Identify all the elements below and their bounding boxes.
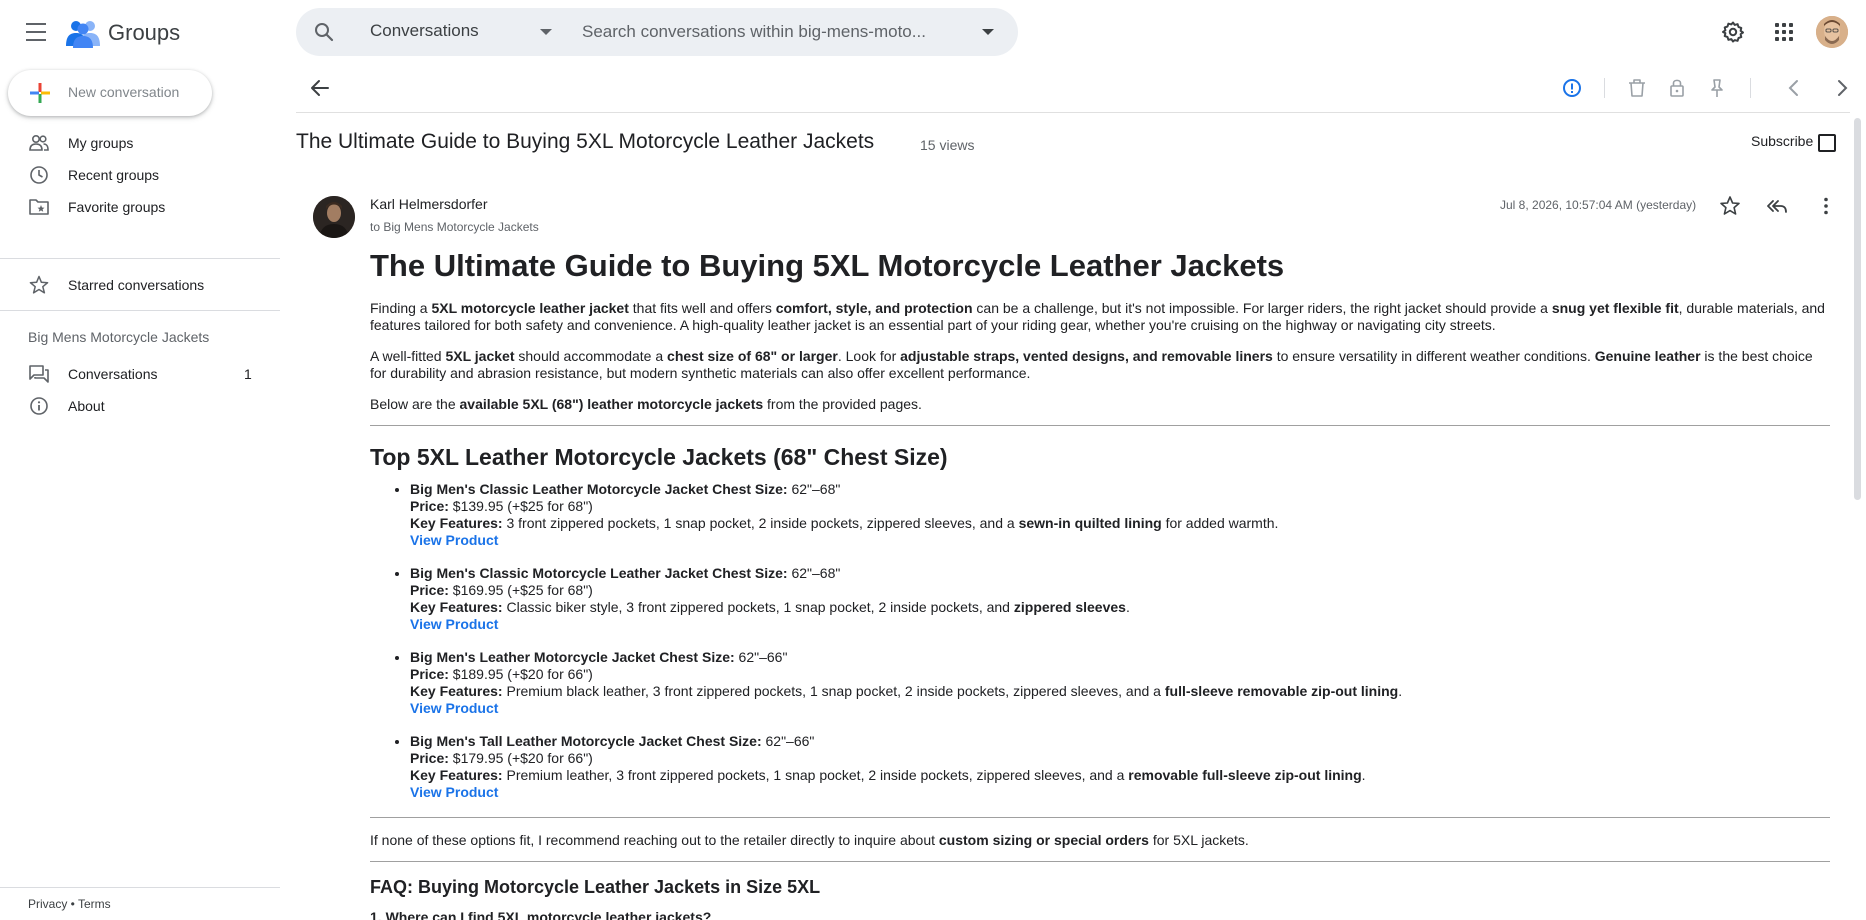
sidebar-footer-divider [0,887,280,888]
search-options-dropdown-icon[interactable] [982,29,994,35]
subscribe-checkbox[interactable] [1818,134,1836,152]
view-count: 15 views [920,137,975,153]
terms-link[interactable]: Terms [78,897,111,911]
sidebar-item-label: About [68,398,105,414]
search-input[interactable] [582,20,942,44]
view-product-link[interactable]: View Product [410,616,498,632]
product-item: Big Men's Tall Leather Motorcycle Jacket… [410,733,1830,801]
info-icon [30,397,48,415]
post-timestamp: Jul 8, 2026, 10:57:04 AM (yesterday) [1500,198,1697,212]
scrollbar-thumb[interactable] [1854,118,1861,500]
app-name: Groups [108,20,181,45]
product-name: Big Men's Classic Leather Motorcycle Jac… [410,481,788,497]
section-divider [370,425,1830,426]
product-price: $169.95 (+$25 for 68") [448,582,593,598]
message-heading: The Ultimate Guide to Buying 5XL Motorcy… [370,248,1285,283]
folder-star-icon [29,199,49,215]
view-product-link[interactable]: View Product [410,784,498,800]
product-name: Big Men's Leather Motorcycle Jacket Ches… [410,649,735,665]
previous-chevron-icon[interactable] [1782,76,1806,100]
author-name[interactable]: Karl Helmersdorfer [370,196,487,212]
product-item: Big Men's Leather Motorcycle Jacket Ches… [410,649,1830,717]
group-name-heading[interactable]: Big Mens Motorcycle Jackets [28,329,209,345]
sidebar-item-recent-groups[interactable]: Recent groups [0,160,270,190]
reply-all-icon[interactable] [1765,194,1789,218]
groups-logo-icon[interactable] [66,18,100,50]
sidebar-item-favorite-groups[interactable]: Favorite groups [0,192,270,222]
toolbar-divider [296,112,1850,113]
footer-separator: • [67,897,78,911]
chevron-down-icon[interactable] [540,29,552,35]
recipient-group: to Big Mens Motorcycle Jackets [370,220,539,234]
apps-grid-icon[interactable] [1772,20,1796,44]
privacy-link[interactable]: Privacy [28,897,67,911]
toolbar-separator [1604,78,1605,98]
product-list: Big Men's Classic Leather Motorcycle Jac… [370,481,1830,801]
more-options-icon[interactable] [1814,194,1838,218]
thread-title: The Ultimate Guide to Buying 5XL Motorcy… [296,130,875,153]
search-icon[interactable] [312,20,336,44]
sidebar-divider [0,310,280,311]
product-price: $179.95 (+$20 for 66") [448,750,593,766]
faq-heading: FAQ: Buying Motorcycle Leather Jackets i… [370,877,821,897]
new-conversation-label: New conversation [68,84,180,100]
back-arrow-icon[interactable] [308,76,332,100]
product-item: Big Men's Classic Leather Motorcycle Jac… [410,481,1830,549]
plus-icon [30,83,50,103]
sidebar-item-conversations[interactable]: Conversations 1 [0,359,270,389]
people-icon [29,134,49,151]
outro-paragraph: If none of these options fit, I recommen… [370,832,1249,848]
author-photo-icon [313,196,355,238]
product-price: $139.95 (+$25 for 68") [448,498,593,514]
product-name: Big Men's Classic Motorcycle Leather Jac… [410,565,788,581]
search-scope-select[interactable]: Conversations [370,21,479,41]
sidebar-item-label: Recent groups [68,167,160,183]
top-app-bar: Groups Conversations [0,0,1866,64]
sidebar-item-label: My groups [68,135,134,151]
new-conversation-button[interactable]: New conversation [8,70,212,116]
fit-paragraph: A well-fitted 5XL jacket should accommod… [370,348,1813,381]
delete-icon[interactable] [1625,76,1649,100]
sidebar-divider [0,258,280,259]
subscribe-label: Subscribe [1751,133,1814,149]
sidebar-item-about[interactable]: About [0,391,270,421]
footer-links: Privacy • Terms [28,897,111,911]
report-alert-icon[interactable] [1560,76,1584,100]
product-item: Big Men's Classic Motorcycle Leather Jac… [410,565,1830,633]
star-icon [29,275,49,294]
account-avatar[interactable] [1816,16,1848,48]
unread-count-badge: 1 [244,366,252,382]
sidebar-item-label: Conversations [68,366,158,382]
pin-icon[interactable] [1705,76,1729,100]
view-product-link[interactable]: View Product [410,532,498,548]
message-body: The Ultimate Guide to Buying 5XL Motorcy… [370,246,1830,920]
section-divider [370,817,1830,818]
view-product-link[interactable]: View Product [410,700,498,716]
sidebar-item-label: Favorite groups [68,199,166,215]
main-menu-icon[interactable] [20,20,52,44]
next-chevron-icon[interactable] [1830,76,1854,100]
user-face-icon [1816,16,1848,48]
products-heading: Top 5XL Leather Motorcycle Jackets (68" … [370,444,948,470]
section-divider [370,861,1830,862]
sidebar-item-starred-conversations[interactable]: Starred conversations [0,270,270,300]
clock-icon [30,166,48,184]
sidebar-item-label: Starred conversations [68,277,205,293]
product-name: Big Men's Tall Leather Motorcycle Jacket… [410,733,762,749]
author-avatar[interactable] [313,196,355,238]
forum-icon [29,365,49,383]
faq-question: 1. Where can I find 5XL motorcycle leath… [370,909,712,920]
list-intro-paragraph: Below are the available 5XL (68") leathe… [370,396,922,412]
product-price: $189.95 (+$20 for 66") [448,666,593,682]
settings-gear-icon[interactable] [1721,20,1745,44]
sidebar-item-my-groups[interactable]: My groups [0,128,270,158]
intro-paragraph: Finding a 5XL motorcycle leather jacket … [370,300,1825,333]
toolbar-separator [1750,78,1751,98]
star-icon[interactable] [1718,194,1742,218]
lock-icon[interactable] [1665,76,1689,100]
